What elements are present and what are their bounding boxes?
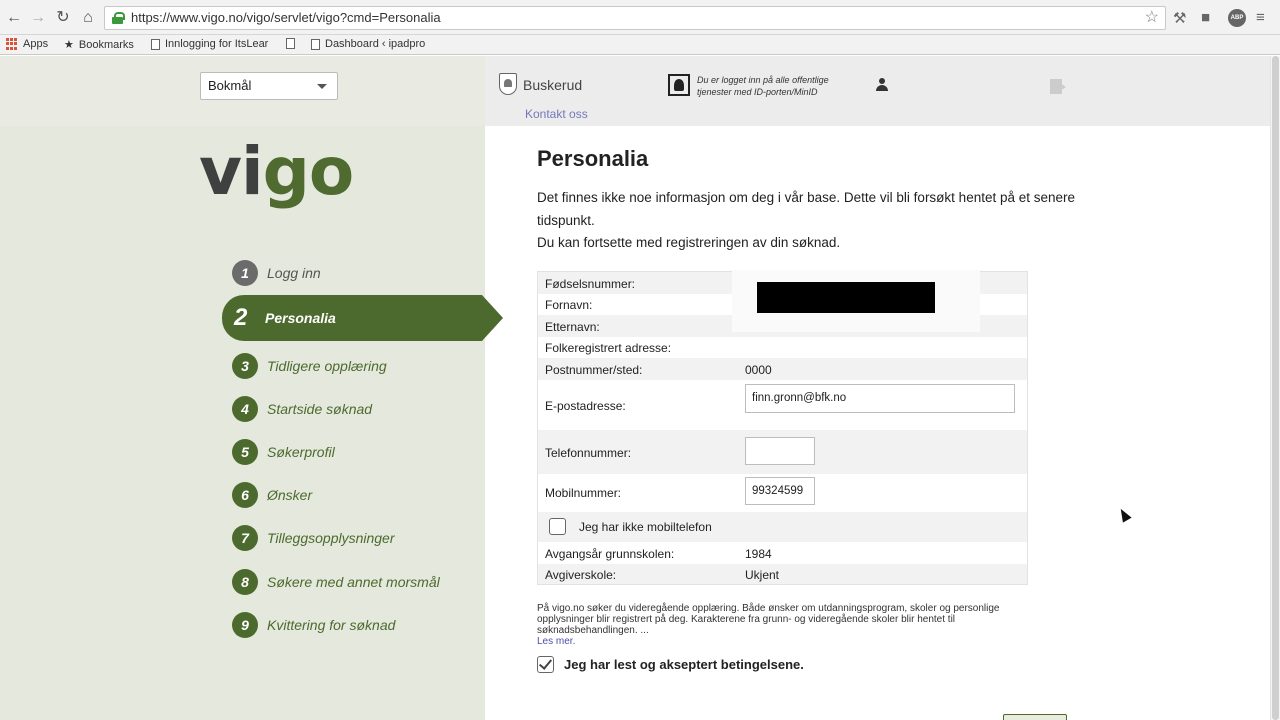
step-sokerprofil[interactable]: 5 Søkerprofil	[232, 438, 335, 466]
login-info: Du er logget inn på alle offentlige tjen…	[697, 75, 829, 97]
page-icon	[311, 38, 320, 50]
adblock-icon[interactable]: ABP	[1228, 9, 1246, 27]
lock-icon	[112, 12, 125, 24]
no-mobile-checkbox[interactable]	[549, 518, 566, 535]
url-text: https://www.vigo.no/vigo/servlet/vigo?cm…	[131, 10, 441, 25]
row-postnummer: Postnummer/sted: 0000	[538, 358, 1027, 380]
intro-text: Det finnes ikke noe informasjon om deg i…	[537, 187, 1077, 255]
mobil-label: Mobilnummer:	[545, 486, 622, 500]
step-number: 6	[232, 482, 258, 508]
step-startside-soknad[interactable]: 4 Startside søknad	[232, 395, 372, 423]
postnummer-label: Postnummer/sted:	[545, 363, 643, 377]
step-label: Søkere med annet morsmål	[267, 574, 440, 590]
avgiverskole-value: Ukjent	[745, 568, 780, 582]
phone-field[interactable]	[745, 437, 815, 465]
page-scrollbar[interactable]	[1270, 56, 1280, 720]
read-more-link[interactable]: Les mer.	[537, 636, 575, 647]
accept-terms-checkbox[interactable]	[537, 656, 554, 673]
mouse-cursor-icon	[1116, 506, 1132, 523]
address-bar[interactable]: https://www.vigo.no/vigo/servlet/vigo?cm…	[104, 6, 1166, 30]
epost-label: E-postadresse:	[545, 399, 626, 413]
mobile-field[interactable]: 99324599	[745, 477, 815, 505]
step-number: 3	[232, 353, 258, 379]
star-bookmark-icon: ★	[64, 39, 74, 51]
page-title: Personalia	[537, 146, 649, 171]
wrench-icon[interactable]: ⚒	[1173, 9, 1186, 27]
user-icon[interactable]	[876, 78, 888, 92]
redaction-box	[757, 282, 935, 313]
language-select[interactable]: Bokmål	[200, 72, 338, 100]
step-label: Tilleggsopplysninger	[267, 530, 395, 546]
next-button[interactable]	[1003, 714, 1067, 720]
no-mobile-label: Jeg har ikke mobiltelefon	[579, 520, 712, 534]
county-crest-icon	[499, 73, 517, 95]
bookmark-apps[interactable]: Apps	[6, 38, 48, 50]
row-adresse: Folkeregistrert adresse:	[538, 337, 1027, 358]
avgangsar-label: Avgangsår grunnskolen:	[545, 547, 675, 561]
row-avgiverskole: Avgiverskole: Ukjent	[538, 564, 1027, 584]
bookmark-dashboard[interactable]: Dashboard ‹ ipadpro	[311, 38, 425, 50]
step-label: Personalia	[265, 310, 336, 326]
step-personalia-active[interactable]	[222, 295, 503, 341]
step-tilleggsopplysninger[interactable]: 7 Tilleggsopplysninger	[232, 524, 395, 552]
step-label: Søkerprofil	[267, 444, 335, 460]
step-number: 5	[232, 439, 258, 465]
step-label: Tidligere opplæring	[267, 358, 387, 374]
county-name: Buskerud	[523, 77, 583, 93]
logout-icon[interactable]	[1050, 79, 1066, 94]
row-no-mobile: Jeg har ikke mobiltelefon	[538, 512, 1027, 542]
step-number: 8	[232, 569, 258, 595]
reload-icon[interactable]: ↻	[53, 8, 73, 28]
step-number: 7	[232, 525, 258, 551]
idporten-icon	[668, 74, 690, 96]
page-icon	[151, 38, 160, 50]
bookmarks-bar: Apps ★ Bookmarks Innlogging for ItsLear …	[0, 35, 1280, 55]
fornavn-label: Fornavn:	[545, 298, 593, 312]
step-kvittering[interactable]: 9 Kvittering for søknad	[232, 611, 395, 639]
apps-grid-icon	[6, 38, 18, 50]
bookmark-itslearning[interactable]: Innlogging for ItsLear	[151, 38, 268, 50]
etternavn-label: Etternavn:	[545, 320, 600, 334]
step-label: Startside søknad	[267, 401, 373, 417]
step-logg-inn[interactable]: 1 Logg inn	[232, 259, 321, 287]
step-tidligere-opplaering[interactable]: 3 Tidligere opplæring	[232, 352, 387, 380]
avgiverskole-label: Avgiverskole:	[545, 568, 617, 582]
avgangsar-value: 1984	[745, 547, 772, 561]
step-sokere-annet-morsmal[interactable]: 8 Søkere med annet morsmål	[232, 568, 440, 596]
browser-toolbar: ← → ↻ ⌂ https://www.vigo.no/vigo/servlet…	[0, 0, 1280, 35]
step-number: 2	[234, 304, 248, 331]
step-label: Logg inn	[267, 265, 321, 281]
intro-line-1: Det finnes ikke noe informasjon om deg i…	[537, 190, 1076, 228]
postnummer-value: 0000	[745, 363, 772, 377]
scroll-thumb[interactable]	[1272, 56, 1279, 720]
step-number: 4	[232, 396, 258, 422]
page-icon	[286, 38, 295, 49]
terms-text: På vigo.no søker du videregående opplæri…	[537, 603, 1000, 636]
menu-icon[interactable]: ≡	[1256, 9, 1265, 26]
bookmark-folder[interactable]: ★ Bookmarks	[64, 38, 134, 52]
step-label: Kvittering for søknad	[267, 617, 396, 633]
step-label: Ønsker	[267, 487, 313, 503]
intro-line-2: Du kan fortsette med registreringen av d…	[537, 235, 841, 250]
vigo-logo: vigo	[199, 133, 354, 210]
home-icon[interactable]: ⌂	[78, 8, 98, 28]
star-icon[interactable]: ☆	[1145, 7, 1159, 29]
fodselsnummer-label: Fødselsnummer:	[545, 277, 636, 291]
email-field[interactable]: finn.gronn@bfk.no	[745, 384, 1015, 413]
row-avgangsar: Avgangsår grunnskolen: 1984	[538, 542, 1027, 564]
contact-link[interactable]: Kontakt oss	[525, 107, 588, 121]
telefon-label: Telefonnummer:	[545, 446, 632, 460]
step-number: 9	[232, 612, 258, 638]
bookmark-blank[interactable]	[286, 38, 295, 49]
extension-icon[interactable]: ■	[1201, 9, 1210, 26]
back-icon[interactable]: ←	[4, 8, 24, 28]
forward-icon[interactable]: →	[28, 8, 48, 28]
step-number: 1	[232, 260, 258, 286]
accept-terms-label: Jeg har lest og akseptert betingelsene.	[564, 657, 804, 672]
step-onsker[interactable]: 6 Ønsker	[232, 481, 312, 509]
chevron-down-icon	[317, 84, 327, 89]
adresse-label: Folkeregistrert adresse:	[545, 341, 672, 355]
